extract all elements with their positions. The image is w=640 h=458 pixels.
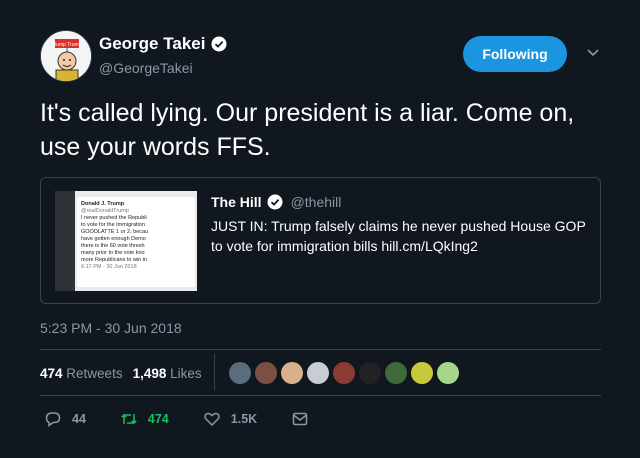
quoted-name[interactable]: The Hill (211, 194, 262, 210)
liker-avatar[interactable] (254, 361, 278, 385)
avatar-image: Dump Trump (41, 31, 91, 81)
heart-icon (204, 412, 220, 427)
doc-line: have gotten enough Demo (81, 236, 146, 242)
chevron-down-icon[interactable] (585, 44, 601, 60)
direct-message-button[interactable] (291, 410, 309, 428)
tweet-actions: 44 474 1.5K (44, 410, 343, 428)
quoted-tweet[interactable]: Donald J. Trump @realDonaldTrump I never… (40, 177, 601, 304)
reply-button[interactable]: 44 (44, 410, 86, 428)
doc-line: I never pushed the Republi (81, 215, 147, 221)
liker-avatar[interactable] (332, 361, 356, 385)
retweet-button[interactable]: 474 (120, 410, 169, 428)
liker-avatar[interactable] (358, 361, 382, 385)
doc-line: there is the 60 vote thresh (81, 243, 145, 249)
doc-line: Donald J. Trump (81, 201, 125, 207)
tweet-header: Dump Trump George Takei @GeorgeTakei Fol… (40, 30, 620, 86)
liker-avatar[interactable] (410, 361, 434, 385)
liker-avatar[interactable] (306, 361, 330, 385)
likes-label: Likes (170, 366, 202, 381)
retweet-icon (121, 413, 137, 425)
retweets-count: 474 (40, 366, 63, 381)
svg-text:Dump Trump: Dump Trump (53, 42, 82, 48)
reply-count: 44 (72, 412, 86, 426)
divider (40, 395, 601, 396)
tweet-stats: 474 Retweets 1,498 Likes (40, 366, 202, 381)
stats-separator (214, 354, 215, 390)
retweets-stat[interactable]: 474 Retweets (40, 366, 123, 381)
author-name[interactable]: George Takei (99, 34, 205, 54)
liker-avatar[interactable] (228, 361, 252, 385)
tweet-text: It's called lying. Our president is a li… (40, 99, 575, 161)
author-avatar[interactable]: Dump Trump (40, 30, 92, 82)
retweet-count: 474 (147, 412, 169, 426)
divider (40, 349, 601, 350)
envelope-icon (292, 412, 308, 426)
like-button[interactable]: 1.5K (203, 410, 257, 428)
likes-count: 1,498 (132, 366, 167, 381)
doc-line: 6:17 PM - 30 Jun 2018 (81, 264, 137, 270)
likes-stat[interactable]: 1,498 Likes (133, 366, 202, 381)
tweet-timestamp[interactable]: 5:23 PM - 30 Jun 2018 (40, 320, 182, 336)
quoted-text: JUST IN: Trump falsely claims he never p… (211, 218, 586, 254)
retweets-label: Retweets (66, 366, 123, 381)
liker-avatars (228, 361, 460, 385)
doc-line: many prior to the vote kno (81, 250, 145, 256)
doc-line: @realDonaldTrump (81, 208, 129, 214)
following-button[interactable]: Following (463, 36, 567, 72)
doc-line: more Republicans to win in (81, 257, 148, 263)
reply-icon (45, 412, 61, 427)
like-count: 1.5K (230, 412, 258, 426)
author-handle[interactable]: @GeorgeTakei (99, 60, 193, 76)
verified-badge-icon (267, 194, 283, 210)
doc-line: GOODLATTE 1 or 2, becau (81, 229, 149, 235)
liker-avatar[interactable] (436, 361, 460, 385)
liker-avatar[interactable] (384, 361, 408, 385)
doc-line: to vote for the Immigration (81, 222, 145, 228)
quoted-user[interactable]: The Hill @thehill (211, 194, 341, 210)
verified-badge-icon (211, 36, 227, 52)
screenshot-document: Donald J. Trump @realDonaldTrump I never… (77, 197, 195, 287)
quoted-tweet-image[interactable]: Donald J. Trump @realDonaldTrump I never… (55, 191, 197, 291)
quoted-handle[interactable]: @thehill (291, 194, 342, 210)
image-dark-strip (55, 191, 75, 291)
liker-avatar[interactable] (280, 361, 304, 385)
author-name-row[interactable]: George Takei (99, 34, 227, 54)
